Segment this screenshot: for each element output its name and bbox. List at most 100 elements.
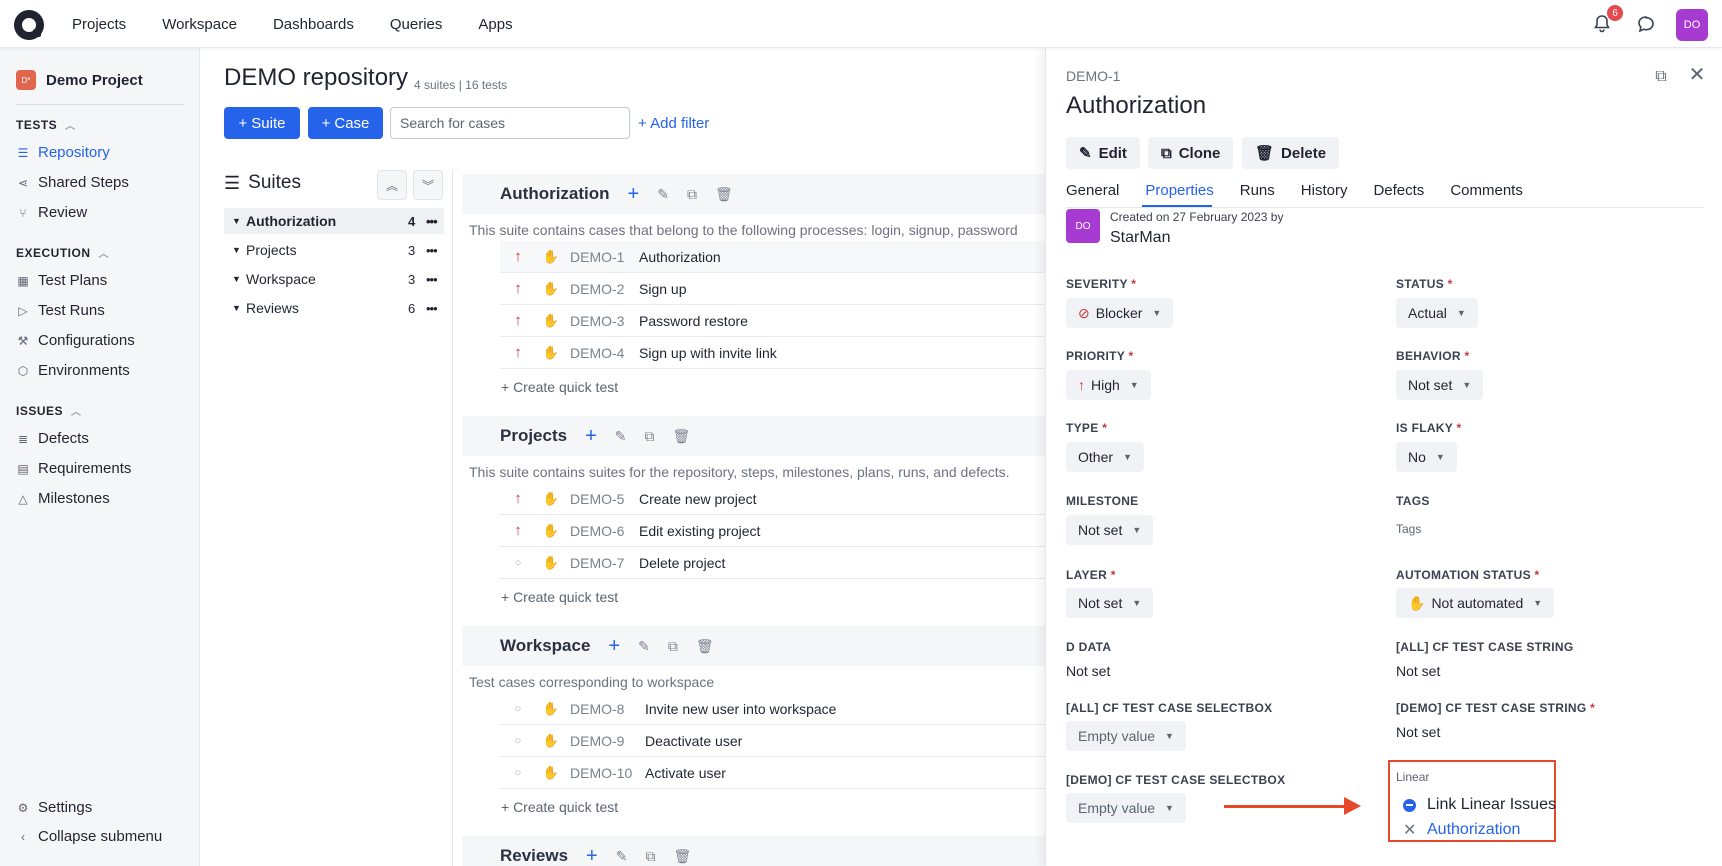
close-icon[interactable]: ✕ — [1403, 820, 1416, 840]
tree-item-authorization[interactable]: ▼ Authorization 4 ••• — [224, 208, 444, 234]
case-row[interactable]: ○ ✋ DEMO-10 Activate user — [500, 757, 1052, 789]
search-cases-input[interactable] — [390, 107, 630, 139]
add-case-plus-icon[interactable]: + — [628, 183, 640, 206]
status-select[interactable]: Actual ▼ — [1396, 298, 1478, 328]
caret-down-icon[interactable]: ▼ — [232, 216, 246, 226]
chat-icon[interactable] — [1636, 14, 1656, 34]
more-icon[interactable]: ••• — [426, 214, 444, 229]
priority-select[interactable]: ↑ High ▼ — [1066, 370, 1151, 400]
milestone-select[interactable]: Not set ▼ — [1066, 515, 1154, 545]
trash-icon[interactable]: 🗑 — [673, 428, 691, 445]
collapse-submenu-button[interactable]: ‹ Collapse submenu — [16, 828, 162, 845]
layer-select[interactable]: Not set ▼ — [1066, 588, 1154, 618]
case-row[interactable]: ○ ✋ DEMO-9 Deactivate user — [500, 725, 1052, 757]
tab-defects[interactable]: Defects — [1373, 182, 1424, 209]
case-row[interactable]: ○ ✋ DEMO-7 Delete project — [500, 547, 1052, 579]
copy-icon[interactable]: ⧉ — [645, 428, 655, 445]
copy-icon[interactable]: ⧉ — [687, 186, 697, 203]
nav-link-projects[interactable]: Projects — [72, 16, 126, 33]
sidebar-item-configurations[interactable]: ⚒ Configurations — [16, 332, 135, 349]
sidebar-item-repository[interactable]: ☰ Repository — [16, 144, 110, 161]
sidebar-section-issues[interactable]: ISSUES ︿ — [16, 403, 82, 419]
caret-down-icon[interactable]: ▼ — [232, 245, 246, 255]
case-row[interactable]: ○ ✋ DEMO-8 Invite new user into workspace — [500, 693, 1052, 725]
create-quick-test-link[interactable]: + Create quick test — [501, 589, 618, 605]
sidebar-item-shared-steps[interactable]: ⋖ Shared Steps — [16, 174, 129, 191]
collapse-all-button[interactable]: ︽ — [377, 170, 407, 200]
panel-splitter[interactable] — [452, 170, 453, 866]
sidebar-item-settings[interactable]: ⚙ Settings — [16, 799, 93, 816]
clone-button[interactable]: ⧉ Clone — [1148, 137, 1234, 169]
trash-icon[interactable]: 🗑 — [673, 848, 691, 865]
add-case-plus-icon[interactable]: + — [586, 845, 598, 866]
severity-select[interactable]: ⊘ Blocker ▼ — [1066, 298, 1174, 328]
tree-item-reviews[interactable]: ▼ Reviews 6 ••• — [224, 295, 444, 321]
demo-cf-string-value[interactable]: Not set — [1396, 724, 1440, 740]
close-icon[interactable]: ✕ — [1688, 65, 1706, 85]
sidebar-item-review[interactable]: ⑂ Review — [16, 204, 87, 221]
caret-down-icon[interactable]: ▼ — [232, 274, 246, 284]
nav-link-dashboards[interactable]: Dashboards — [273, 16, 354, 33]
tab-general[interactable]: General — [1066, 182, 1119, 209]
tree-item-workspace[interactable]: ▼ Workspace 3 ••• — [224, 266, 444, 292]
app-logo[interactable] — [14, 10, 44, 40]
open-new-window-icon[interactable]: ⧉ — [1652, 68, 1670, 86]
case-row[interactable]: ↑ ✋ DEMO-4 Sign up with invite link — [500, 337, 1052, 369]
all-cf-string-value[interactable]: Not set — [1396, 663, 1440, 679]
nav-link-workspace[interactable]: Workspace — [162, 16, 237, 33]
caret-down-icon[interactable]: ▼ — [232, 303, 246, 313]
copy-icon[interactable]: ⧉ — [668, 638, 678, 655]
nav-link-apps[interactable]: Apps — [478, 16, 512, 33]
link-linear-issues-button[interactable]: Link Linear Issues — [1403, 796, 1556, 814]
add-case-plus-icon[interactable]: + — [585, 425, 597, 448]
user-avatar[interactable]: DO — [1676, 9, 1708, 41]
all-cf-selectbox-select[interactable]: Empty value ▼ — [1066, 721, 1186, 751]
sidebar-item-requirements[interactable]: ▤ Requirements — [16, 460, 131, 477]
case-row[interactable]: ↑ ✋ DEMO-1 Authorization — [500, 241, 1052, 273]
tab-runs[interactable]: Runs — [1240, 182, 1275, 209]
add-case-plus-icon[interactable]: + — [608, 635, 620, 658]
behavior-select[interactable]: Not set ▼ — [1396, 370, 1484, 400]
sidebar-section-execution[interactable]: EXECUTION ︿ — [16, 245, 109, 261]
is-flaky-select[interactable]: No ▼ — [1396, 442, 1457, 472]
pencil-icon[interactable]: ✎ — [616, 848, 628, 865]
tab-comments[interactable]: Comments — [1450, 182, 1523, 209]
expand-all-button[interactable]: ︾ — [413, 170, 443, 200]
linked-issue-link[interactable]: Authorization — [1427, 821, 1520, 839]
case-row[interactable]: ↑ ✋ DEMO-5 Create new project — [500, 483, 1052, 515]
more-icon[interactable]: ••• — [426, 272, 444, 287]
case-row[interactable]: ↑ ✋ DEMO-6 Edit existing project — [500, 515, 1052, 547]
case-row[interactable]: ↑ ✋ DEMO-2 Sign up — [500, 273, 1052, 305]
create-quick-test-link[interactable]: + Create quick test — [501, 799, 618, 815]
trash-icon[interactable]: 🗑 — [696, 638, 714, 655]
sidebar-section-tests[interactable]: TESTS ︿ — [16, 117, 76, 133]
type-select[interactable]: Other ▼ — [1066, 442, 1144, 472]
demo-cf-selectbox-select[interactable]: Empty value ▼ — [1066, 793, 1186, 823]
add-suite-button[interactable]: + Suite — [224, 107, 300, 139]
pencil-icon[interactable]: ✎ — [638, 638, 650, 655]
automation-status-select[interactable]: ✋ Not automated ▼ — [1396, 588, 1555, 618]
delete-button[interactable]: 🗑 Delete — [1242, 137, 1340, 169]
create-quick-test-link[interactable]: + Create quick test — [501, 379, 618, 395]
nav-link-queries[interactable]: Queries — [390, 16, 443, 33]
project-selector[interactable]: D* Demo Project — [16, 70, 143, 90]
sidebar-item-test-runs[interactable]: ▷ Test Runs — [16, 302, 104, 319]
sidebar-item-milestones[interactable]: △ Milestones — [16, 490, 109, 507]
tree-item-projects[interactable]: ▼ Projects 3 ••• — [224, 237, 444, 263]
add-filter-link[interactable]: + Add filter — [638, 115, 709, 132]
d-data-value[interactable]: Not set — [1066, 663, 1110, 679]
sidebar-item-environments[interactable]: ⬡ Environments — [16, 362, 130, 379]
pencil-icon[interactable]: ✎ — [657, 186, 669, 203]
more-icon[interactable]: ••• — [426, 301, 444, 316]
more-icon[interactable]: ••• — [426, 243, 444, 258]
edit-button[interactable]: ✎ Edit — [1066, 137, 1140, 169]
tab-history[interactable]: History — [1301, 182, 1348, 209]
sidebar-item-test-plans[interactable]: ▦ Test Plans — [16, 272, 107, 289]
pencil-icon[interactable]: ✎ — [615, 428, 627, 445]
tags-input[interactable]: Tags — [1396, 522, 1421, 536]
sidebar-item-defects[interactable]: ≣ Defects — [16, 430, 89, 447]
case-row[interactable]: ↑ ✋ DEMO-3 Password restore — [500, 305, 1052, 337]
add-case-button[interactable]: + Case — [308, 107, 383, 139]
trash-icon[interactable]: 🗑 — [715, 186, 733, 203]
copy-icon[interactable]: ⧉ — [645, 848, 655, 865]
